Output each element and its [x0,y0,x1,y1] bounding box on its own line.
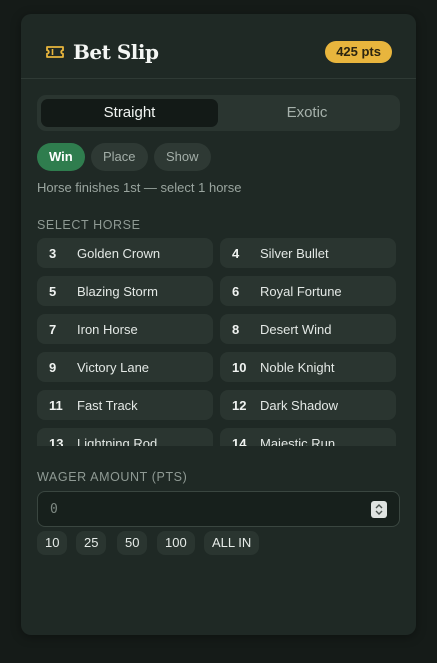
horse-number: 9 [49,360,57,375]
quick-amount-button[interactable]: 10 [37,531,68,555]
horse-number: 14 [232,436,247,446]
horse-number: 5 [49,284,57,299]
horse-number: 3 [49,246,57,261]
horse-name: Victory Lane [77,360,150,375]
horse-name: Iron Horse [77,322,138,337]
horse-option[interactable]: 14 Majestic Run [220,428,396,446]
wager-amount-label: WAGER AMOUNT (PTS) [37,470,188,484]
horse-number: 4 [232,246,240,261]
select-horse-label: SELECT HORSE [37,218,141,232]
horse-option[interactable]: 5 Blazing Storm [37,276,213,306]
ticket-icon [46,46,64,58]
horse-option[interactable]: 6 Royal Fortune [220,276,396,306]
bet-type-show-button[interactable]: Show [154,143,211,171]
horse-name: Royal Fortune [260,284,342,299]
horse-list[interactable]: 3 Golden Crown 4 Silver Bullet 5 Blazing… [37,238,400,446]
horse-number: 8 [232,322,240,337]
all-in-button[interactable]: ALL IN [204,531,260,555]
horse-name: Silver Bullet [260,246,329,261]
horse-option[interactable]: 11 Fast Track [37,390,213,420]
horse-option[interactable]: 13 Lightning Rod [37,428,213,446]
horse-name: Golden Crown [77,246,161,261]
horse-option[interactable]: 10 Noble Knight [220,352,396,382]
points-badge: 425 pts [325,41,392,63]
bet-slip-card: Bet Slip 425 pts Straight Exotic Win Pla… [21,14,416,635]
horse-name: Lightning Rod [77,436,158,446]
horse-number: 12 [232,398,247,413]
horse-number: 10 [232,360,247,375]
bet-type-hint: Horse finishes 1st — select 1 horse [37,180,242,195]
horse-option[interactable]: 12 Dark Shadow [220,390,396,420]
bet-type-win-button[interactable]: Win [37,143,85,171]
wager-amount-value: 0 [50,502,58,517]
horse-option[interactable]: 8 Desert Wind [220,314,396,344]
horse-name: Blazing Storm [77,284,158,299]
horse-name: Dark Shadow [260,398,339,413]
horse-option[interactable]: 4 Silver Bullet [220,238,396,268]
horse-name: Fast Track [77,398,138,413]
horse-option[interactable]: 3 Golden Crown [37,238,213,268]
bet-type-place-button[interactable]: Place [91,143,148,171]
bet-mode-tabs: Straight Exotic [37,95,400,131]
quick-amount-button[interactable]: 50 [117,531,148,555]
horse-number: 11 [49,398,63,413]
horse-number: 13 [49,436,64,446]
horse-name: Desert Wind [260,322,332,337]
horse-number: 7 [49,322,57,337]
page-title: Bet Slip [73,40,159,64]
number-spinner-icon[interactable] [371,501,387,518]
horse-option[interactable]: 7 Iron Horse [37,314,213,344]
horse-number: 6 [232,284,240,299]
horse-option[interactable]: 9 Victory Lane [37,352,213,382]
quick-amount-button[interactable]: 25 [76,531,107,555]
quick-amount-button[interactable]: 100 [157,531,195,555]
bet-slip-header: Bet Slip 425 pts [21,14,416,79]
tab-exotic[interactable]: Exotic [218,99,396,127]
horse-name: Noble Knight [260,360,335,375]
wager-amount-input[interactable]: 0 [37,491,400,527]
tab-straight[interactable]: Straight [41,99,218,127]
horse-name: Majestic Run [260,436,336,446]
